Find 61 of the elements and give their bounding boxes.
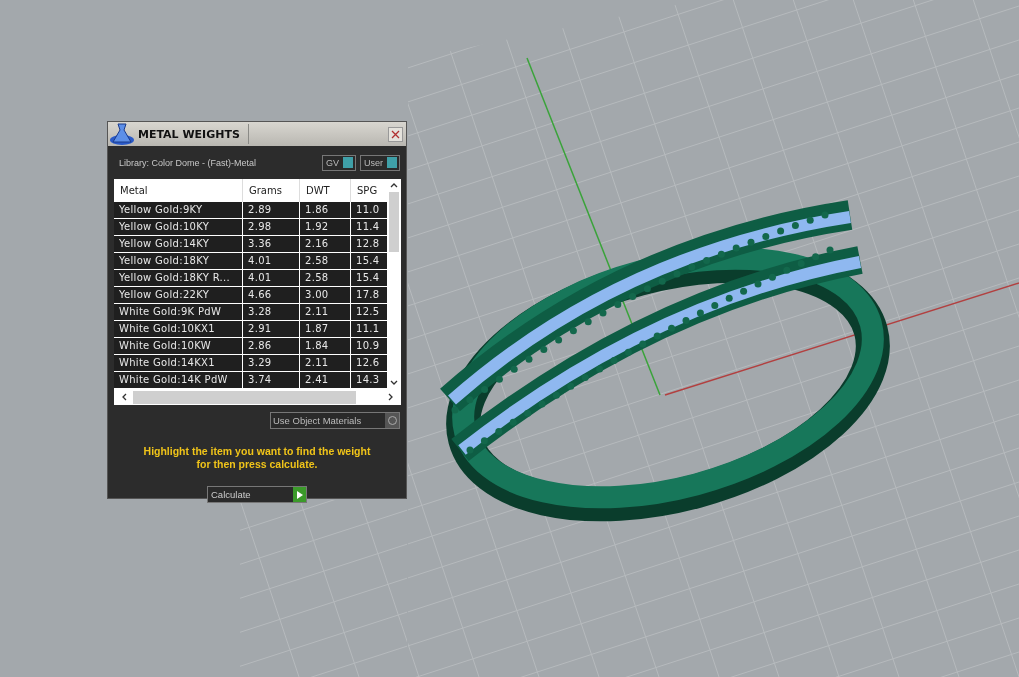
library-label: Library: Color Dome - (Fast)-Metal — [119, 157, 257, 168]
table-cell: 2.86 — [243, 338, 300, 354]
table-cell: Yellow Gold:18KY — [114, 253, 243, 269]
scroll-up-icon[interactable] — [390, 183, 398, 188]
table-cell: Yellow Gold:9KY — [114, 202, 243, 218]
table-cell: 4.66 — [243, 287, 300, 303]
close-button[interactable] — [388, 126, 403, 142]
table-cell: 1.92 — [300, 219, 351, 235]
play-icon — [296, 490, 303, 499]
table-cell: 11.1 — [351, 321, 387, 337]
table-cell: 15.4 — [351, 270, 387, 286]
table-cell: 11.0 — [351, 202, 387, 218]
table-cell: 2.98 — [243, 219, 300, 235]
table-cell: 2.91 — [243, 321, 300, 337]
column-header[interactable]: SPG — [351, 179, 387, 202]
table-cell: 17.8 — [351, 287, 387, 303]
table-cell: 2.11 — [300, 304, 351, 320]
toggle-switch[interactable]: User — [360, 154, 400, 171]
table-cell: 1.84 — [300, 338, 351, 354]
table-cell: Yellow Gold:14KY — [114, 236, 243, 252]
table-cell: 11.4 — [351, 219, 387, 235]
table-cell: 4.01 — [243, 253, 300, 269]
window-title: METAL WEIGHTS — [138, 127, 241, 141]
table-cell: 2.11 — [300, 355, 351, 371]
table-cell: 10.9 — [351, 338, 387, 354]
table-cell: 3.36 — [243, 236, 300, 252]
table-cell: 14.3 — [351, 372, 387, 388]
table-cell: 2.16 — [300, 236, 351, 252]
table-cell: 12.8 — [351, 236, 387, 252]
scroll-left-icon[interactable] — [122, 393, 127, 401]
table-cell: 3.28 — [243, 304, 300, 320]
table-cell: 12.5 — [351, 304, 387, 320]
table-cell: Yellow Gold:10KY — [114, 219, 243, 235]
toggle-switch[interactable]: GV — [321, 154, 356, 171]
table-cell: 3.00 — [300, 287, 351, 303]
table-cell: 15.4 — [351, 253, 387, 269]
use-object-materials-option[interactable]: Use Object Materials — [270, 412, 400, 429]
table-cell: 1.86 — [300, 202, 351, 218]
table-cell: White Gold:10KX1 — [114, 321, 243, 337]
table-cell: 3.74 — [243, 372, 300, 388]
table-cell: Yellow Gold:18KY R... — [114, 270, 243, 286]
instruction-text: Highlight the item you want to find the weight for then press calculate. — [142, 445, 372, 471]
scroll-thumb[interactable] — [389, 192, 399, 252]
table-cell: White Gold:14K PdW — [114, 372, 243, 388]
table-cell: White Gold:10KW — [114, 338, 243, 354]
scroll-thumb[interactable] — [133, 390, 356, 404]
table-cell: 2.41 — [300, 372, 351, 388]
table-cell: 4.01 — [243, 270, 300, 286]
table-cell: 3.29 — [243, 355, 300, 371]
table-cell: White Gold:14KX1 — [114, 355, 243, 371]
table-cell: White Gold:9K PdW — [114, 304, 243, 320]
table-cell: 2.58 — [300, 270, 351, 286]
table-cell: 12.6 — [351, 355, 387, 371]
scroll-down-icon[interactable] — [390, 380, 398, 385]
table-cell: Yellow Gold:22KY — [114, 287, 243, 303]
table-cell: 1.87 — [300, 321, 351, 337]
table-cell: 2.89 — [243, 202, 300, 218]
table-cell: 2.58 — [300, 253, 351, 269]
flask-icon — [109, 122, 135, 146]
calculate-button[interactable]: Calculate — [207, 486, 307, 503]
scroll-right-icon[interactable] — [388, 393, 393, 401]
